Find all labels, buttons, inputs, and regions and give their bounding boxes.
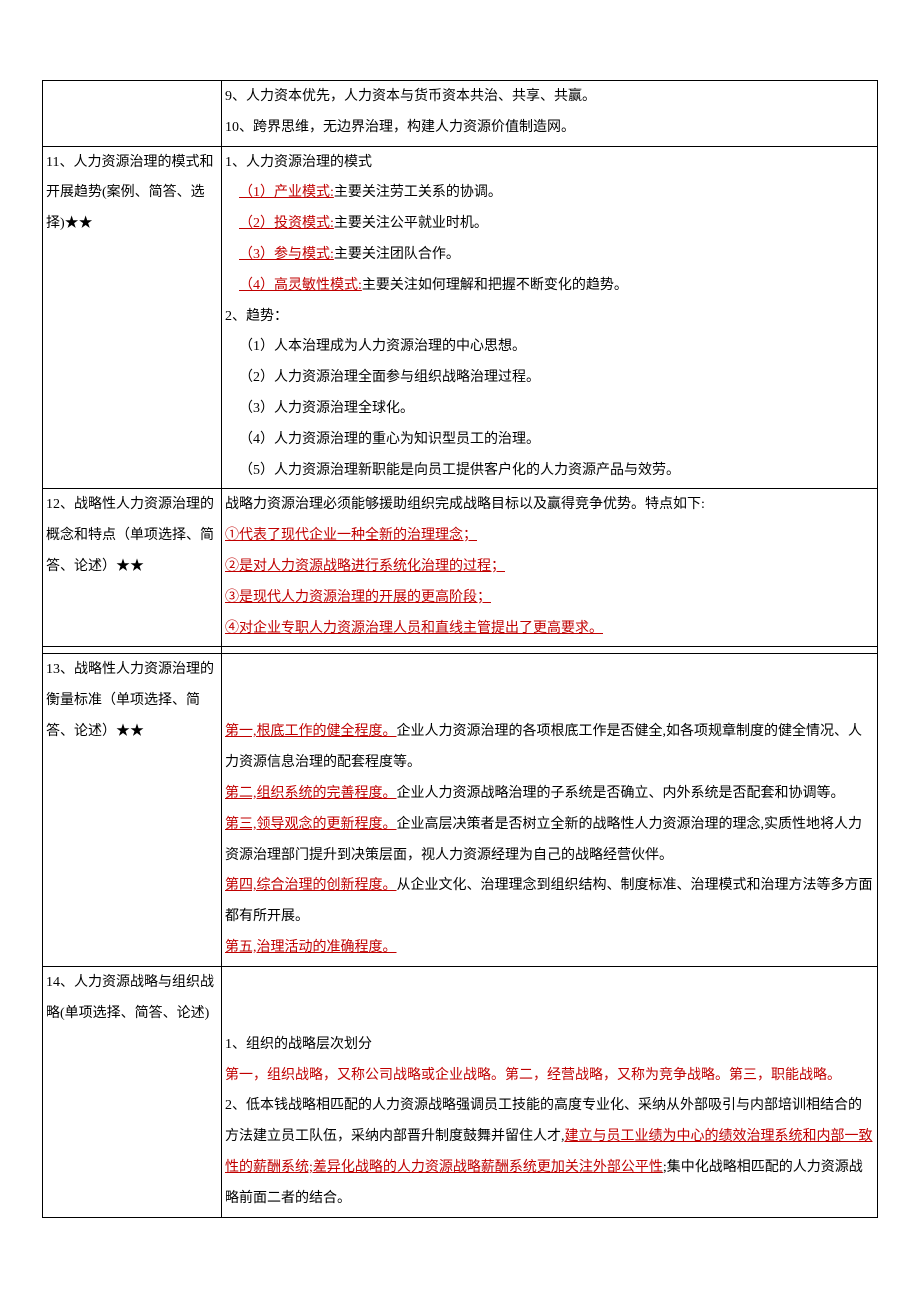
- cell-right: 1、组织的战略层次划分 第一，组织战略，又称公司战略或企业战略。第二，经营战略，…: [222, 966, 878, 1217]
- text-line: （5）人力资源治理新职能是向员工提供客户化的人力资源产品与效劳。: [225, 456, 874, 487]
- table-row: 13、战略性人力资源治理的衡量标准（单项选择、简答、论述）★★ 第一,根底工作的…: [43, 654, 878, 966]
- table-row: 14、人力资源战略与组织战略(单项选择、简答、论述) 1、组织的战略层次划分 第…: [43, 966, 878, 1217]
- cell-right: [222, 647, 878, 654]
- text-line: 第一，组织战略，又称公司战略或企业战略。第二，经营战略，又称为竞争战略。第三，职…: [225, 1061, 874, 1092]
- text-line: 2、低本钱战略相匹配的人力资源战略强调员工技能的高度专业化、采纳从外部吸引与内部…: [225, 1091, 874, 1214]
- highlight: （4）高灵敏性模式:: [239, 278, 362, 293]
- text-line: 第五,治理活动的准确程度。: [225, 933, 874, 964]
- cell-left: [43, 647, 222, 654]
- text-line: （2）人力资源治理全面参与组织战略治理过程。: [225, 363, 874, 394]
- text: 主要关注劳工关系的协调。: [334, 185, 502, 200]
- text: 主要关注团队合作。: [334, 247, 460, 262]
- cell-right: 1、人力资源治理的模式 （1）产业模式:主要关注劳工关系的协调。 （2）投资模式…: [222, 146, 878, 489]
- cell-left: 14、人力资源战略与组织战略(单项选择、简答、论述): [43, 966, 222, 1217]
- table-row: 11、人力资源治理的模式和开展趋势(案例、简答、选择)★★ 1、人力资源治理的模…: [43, 146, 878, 489]
- text-line: 10、跨界思维，无边界治理，构建人力资源价值制造网。: [225, 113, 874, 144]
- spacer: [225, 968, 874, 1030]
- text: 主要关注公平就业时机。: [334, 216, 488, 231]
- text-line: （4）高灵敏性模式:主要关注如何理解和把握不断变化的趋势。: [225, 271, 874, 302]
- highlight: 第一，组织战略，又称公司战略或企业战略。第二，经营战略，又称为竞争战略。第三，职…: [225, 1068, 841, 1083]
- cell-left: 12、战略性人力资源治理的概念和特点（单项选择、简答、论述）★★: [43, 489, 222, 647]
- cell-right: 战略力资源治理必须能够援助组织完成战略目标以及赢得竞争优势。特点如下: ①代表了…: [222, 489, 878, 647]
- cell-right: 第一,根底工作的健全程度。企业人力资源治理的各项根底工作是否健全,如各项规章制度…: [222, 654, 878, 966]
- highlight: ③是现代人力资源治理的开展的更高阶段；: [225, 590, 491, 605]
- text-line: 第一,根底工作的健全程度。企业人力资源治理的各项根底工作是否健全,如各项规章制度…: [225, 717, 874, 779]
- highlight: ①代表了现代企业一种全新的治理理念；: [225, 528, 477, 543]
- highlight: 第二,组织系统的完善程度。: [225, 786, 397, 801]
- highlight: 第四,综合治理的创新程度。: [225, 878, 397, 893]
- text-line: 1、人力资源治理的模式: [225, 148, 874, 179]
- highlight: ④对企业专职人力资源治理人员和直线主管提出了更高要求。: [225, 621, 603, 636]
- cell-right: 9、人力资本优先，人力资本与货币资本共治、共享、共赢。 10、跨界思维，无边界治…: [222, 81, 878, 147]
- text-line: 第二,组织系统的完善程度。企业人力资源战略治理的子系统是否确立、内外系统是否配套…: [225, 779, 874, 810]
- highlight: （2）投资模式:: [239, 216, 334, 231]
- highlight: 第三,领导观念的更新程度。: [225, 817, 397, 832]
- text-line: （1）产业模式:主要关注劳工关系的协调。: [225, 178, 874, 209]
- text-line: （4）人力资源治理的重心为知识型员工的治理。: [225, 425, 874, 456]
- text-line: 9、人力资本优先，人力资本与货币资本共治、共享、共赢。: [225, 82, 874, 113]
- highlight: ②是对人力资源战略进行系统化治理的过程；: [225, 559, 505, 574]
- cell-left: 11、人力资源治理的模式和开展趋势(案例、简答、选择)★★: [43, 146, 222, 489]
- highlight: （3）参与模式:: [239, 247, 334, 262]
- text-line: ①代表了现代企业一种全新的治理理念；: [225, 521, 874, 552]
- text-line: 2、趋势：: [225, 302, 874, 333]
- text: 企业人力资源战略治理的子系统是否确立、内外系统是否配套和协调等。: [397, 786, 845, 801]
- text-line: （1）人本治理成为人力资源治理的中心思想。: [225, 332, 874, 363]
- text-line: （3）参与模式:主要关注团队合作。: [225, 240, 874, 271]
- highlight: 第一,根底工作的健全程度。: [225, 724, 397, 739]
- text-line: （3）人力资源治理全球化。: [225, 394, 874, 425]
- page: 9、人力资本优先，人力资本与货币资本共治、共享、共赢。 10、跨界思维，无边界治…: [0, 0, 920, 1301]
- cell-left: [43, 81, 222, 147]
- spacer: [225, 655, 874, 717]
- table-row: 12、战略性人力资源治理的概念和特点（单项选择、简答、论述）★★ 战略力资源治理…: [43, 489, 878, 647]
- text-line: （2）投资模式:主要关注公平就业时机。: [225, 209, 874, 240]
- text: 主要关注如何理解和把握不断变化的趋势。: [362, 278, 628, 293]
- text-line: ④对企业专职人力资源治理人员和直线主管提出了更高要求。: [225, 614, 874, 645]
- highlight: 第五,治理活动的准确程度。: [225, 940, 397, 955]
- table-row-empty: [43, 647, 878, 654]
- table-row: 9、人力资本优先，人力资本与货币资本共治、共享、共赢。 10、跨界思维，无边界治…: [43, 81, 878, 147]
- text-line: 第四,综合治理的创新程度。从企业文化、治理理念到组织结构、制度标准、治理模式和治…: [225, 871, 874, 933]
- text-line: ②是对人力资源战略进行系统化治理的过程；: [225, 552, 874, 583]
- cell-left: 13、战略性人力资源治理的衡量标准（单项选择、简答、论述）★★: [43, 654, 222, 966]
- text-line: ③是现代人力资源治理的开展的更高阶段；: [225, 583, 874, 614]
- content-table: 9、人力资本优先，人力资本与货币资本共治、共享、共赢。 10、跨界思维，无边界治…: [42, 80, 878, 1218]
- text-line: 1、组织的战略层次划分: [225, 1030, 874, 1061]
- text-line: 战略力资源治理必须能够援助组织完成战略目标以及赢得竞争优势。特点如下:: [225, 490, 874, 521]
- highlight: （1）产业模式:: [239, 185, 334, 200]
- text-line: 第三,领导观念的更新程度。企业高层决策者是否树立全新的战略性人力资源治理的理念,…: [225, 810, 874, 872]
